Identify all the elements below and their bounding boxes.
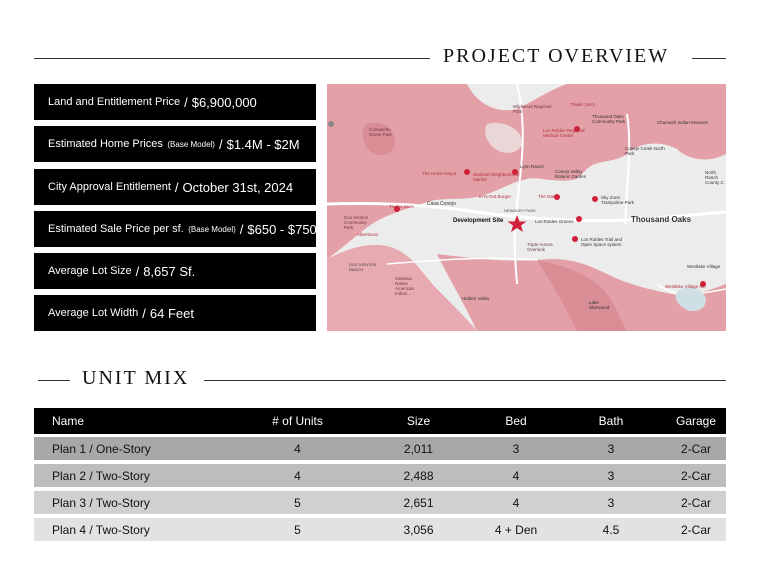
- item-label: Average Lot Width: [48, 307, 139, 319]
- item-value: $650 - $750: [247, 221, 317, 237]
- cell-bath: 3: [607, 468, 615, 483]
- unitmix-rule-left: [38, 380, 70, 381]
- cell-name: Plan 1 / One-Story: [52, 441, 151, 456]
- table-row: Plan 4 / Two-Story 5 3,056 4 + Den 4.5 2-Car: [34, 518, 726, 541]
- cell-bath: 3: [607, 495, 615, 510]
- cell-size: 3,056: [403, 522, 434, 537]
- map-label-westlake-village: Westlake Village: [687, 264, 721, 269]
- cell-garage: 2-Car: [680, 468, 711, 483]
- cell-bath: 4.5: [602, 522, 620, 537]
- map-label-chumash: Chumash Indian Museum: [657, 120, 709, 125]
- table-row: Plan 3 / Two-Story 5 2,651 4 3 2-Car: [34, 491, 726, 514]
- item-note: (Base Model): [188, 224, 236, 234]
- map-label-traderjoes1: Trader Joe's: [570, 102, 595, 107]
- header-bed: Bed: [505, 414, 527, 428]
- map-label-thousand-oaks-center: Thousand Oaks Community Park: [592, 114, 626, 124]
- cell-bed: 4 + Den: [494, 522, 538, 537]
- cell-name: Plan 2 / Two-Story: [52, 468, 150, 483]
- cell-garage: 2-Car: [680, 522, 711, 537]
- item-value: 64 Feet: [149, 305, 195, 321]
- cell-units: 4: [294, 468, 301, 483]
- overview-rule-left: [34, 58, 430, 59]
- item-value: 8,657 Sf.: [143, 263, 196, 279]
- cell-size: 2,011: [403, 441, 434, 456]
- cell-name: Plan 3 / Two-Story: [52, 495, 150, 510]
- cell-garage: 2-Car: [680, 441, 711, 456]
- unitmix-rule-right: [204, 380, 726, 381]
- item-separator: /: [174, 179, 179, 195]
- overview-item-land-price: Land and Entitlement Price / $6,900,000: [34, 84, 316, 120]
- map-label-triple-aurora: Triple Aurora Overlook: [527, 242, 553, 252]
- cell-units: 5: [294, 495, 301, 510]
- overview-rule-right: [692, 58, 726, 59]
- cell-bed: 4: [512, 495, 520, 510]
- map-label-casa-conejo: Casa Conejo: [427, 201, 456, 207]
- map-label-los-robles-med: Los Robles Regional Medical Center: [543, 128, 585, 138]
- map-label-comanche: Comanche Grove Park: [369, 127, 392, 137]
- header-name: Name: [52, 414, 85, 428]
- item-separator: /: [239, 221, 244, 237]
- item-label: Land and Entitlement Price: [48, 96, 181, 108]
- cell-units: 5: [294, 522, 301, 537]
- map-label-dos-vientos-ranch: DOS VIENTOS RANCH: [349, 262, 377, 272]
- unitmix-title: UNIT MIX: [82, 367, 190, 389]
- map-label-albertsons: Albertsons: [357, 232, 379, 237]
- overview-item-approval: City Approval Entitlement / October 31st…: [34, 169, 316, 205]
- map-label-conejo-creek-north: Conejo Creek North Park: [625, 146, 665, 156]
- header-size: Size: [406, 414, 431, 428]
- map-label-wildwood: Wildwood Regional Park: [513, 104, 552, 114]
- item-separator: /: [184, 94, 188, 110]
- map-label-thousand-oaks: Thousand Oaks: [631, 215, 692, 224]
- map-label-home-depot: The Home Depot: [422, 171, 457, 176]
- map-label-conejo-valley: Conejo Valley Botanic Garden: [555, 169, 587, 179]
- map-label-innout: In-N-Out Burger: [479, 194, 512, 199]
- header-units: # of Units: [272, 414, 323, 428]
- item-note: (Base Model): [167, 139, 215, 149]
- map-label-westlake-village-inn: Westlake Village Inn: [665, 284, 706, 289]
- item-separator: /: [135, 263, 140, 279]
- overview-item-sale-price: Estimated Sale Price per sf. (Base Model…: [34, 211, 317, 247]
- map-label-newbury: NEWBURY PARK: [504, 208, 537, 213]
- cell-units: 4: [294, 441, 301, 456]
- map-label-dev-site: Development Site: [453, 218, 504, 224]
- item-value: $6,900,000: [191, 94, 257, 110]
- map-label-traderjoes2: Trader Joe's: [389, 204, 414, 209]
- item-value: $1.4M - $2M: [226, 136, 300, 152]
- overview-title: PROJECT OVERVIEW: [443, 45, 670, 67]
- map-label-dos-vientos: Dos Vientos Community Park: [344, 215, 369, 230]
- map-label-north-ranch: North Ranch County C: [705, 170, 724, 185]
- cell-garage: 2-Car: [680, 495, 711, 510]
- unitmix-table-header: Name # of Units Size Bed Bath Garage: [34, 408, 726, 434]
- cell-size: 2,488: [403, 468, 434, 483]
- item-label: Estimated Sale Price per sf.: [48, 223, 184, 235]
- item-value: October 31st, 2024: [182, 179, 294, 195]
- map-label-walmart: Walmart Neighborhood Market: [473, 172, 520, 182]
- header-garage: Garage: [675, 414, 717, 428]
- map-label-lake-sherwood: Lake Sherwood: [589, 300, 610, 310]
- cell-bath: 3: [607, 441, 615, 456]
- map-label-sky-zone: Sky Zone Trampoline Park: [601, 195, 634, 205]
- overview-item-home-prices: Estimated Home Prices (Base Model) / $1.…: [34, 126, 316, 162]
- item-label: Average Lot Size: [48, 265, 132, 277]
- table-row: Plan 1 / One-Story 4 2,011 3 3 2-Car: [34, 437, 726, 460]
- cell-name: Plan 4 / Two-Story: [52, 522, 150, 537]
- item-label: City Approval Entitlement: [48, 181, 171, 193]
- header-bath: Bath: [598, 414, 624, 428]
- map-label-los-robles-greens: Los Robles Greens: [535, 219, 574, 224]
- item-separator: /: [142, 305, 146, 321]
- map-label-los-robles-trail: Los Robles Trail and Open Space system: [581, 237, 623, 247]
- table-row: Plan 2 / Two-Story 4 2,488 4 3 2-Car: [34, 464, 726, 487]
- overview-item-lot-size: Average Lot Size / 8,657 Sf.: [34, 253, 316, 289]
- cell-bed: 4: [512, 468, 520, 483]
- map-label-lynn-ranch: Lynn Ranch: [520, 164, 544, 169]
- location-map[interactable]: Development Site Thousand Oaks NEWBURY P…: [327, 84, 726, 331]
- map-label-satwiwa: Satwiwa Native American Indian...: [395, 276, 415, 296]
- item-separator: /: [218, 136, 223, 152]
- map-label-hidden-valley: Hidden Valley: [462, 296, 490, 301]
- overview-item-lot-width: Average Lot Width / 64 Feet: [34, 295, 316, 331]
- cell-bed: 3: [512, 441, 520, 456]
- map-label-oaks: The Oaks: [538, 194, 558, 199]
- cell-size: 2,651: [403, 495, 434, 510]
- item-label: Estimated Home Prices: [48, 138, 163, 150]
